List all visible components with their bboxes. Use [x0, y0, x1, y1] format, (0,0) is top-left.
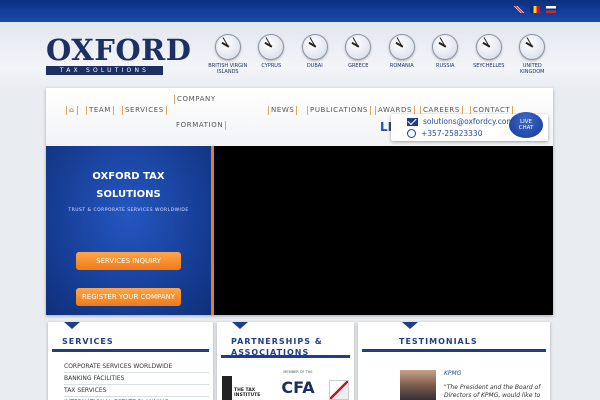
- tax-institute-text: THE TAX INSTITUTE: [234, 388, 261, 398]
- logo[interactable]: OXFORD TAX SOLUTIONS: [46, 33, 192, 75]
- clock-item: Dubai: [293, 34, 337, 75]
- contact-phone-row[interactable]: +357-25823330: [407, 129, 482, 138]
- cfa-member-text: MEMBER OF THE: [283, 370, 313, 374]
- live-chat-button[interactable]: LIVE CHAT: [509, 112, 543, 138]
- hero-title-line2: SOLUTIONS: [96, 189, 161, 200]
- clock-label: Russia: [436, 63, 455, 69]
- services-list-item[interactable]: Corporate Services Worldwide: [64, 361, 209, 373]
- clock-icon: [214, 34, 241, 60]
- services-inquiry-button[interactable]: SERVICES INQUIRY: [76, 252, 181, 270]
- nav-publications[interactable]: Publications: [307, 106, 371, 115]
- clock-icon: [388, 34, 415, 60]
- testimonial-photo: [400, 370, 436, 400]
- header: OXFORD TAX SOLUTIONS British Virgin Isla…: [0, 22, 600, 88]
- partnerships-box-title-line1: Partnerships &: [231, 337, 323, 346]
- clock-icon: [345, 34, 372, 60]
- testimonial-author: KPMG: [444, 370, 462, 377]
- register-company-button[interactable]: REGISTER YOUR COMPANY: [76, 288, 181, 306]
- clock-label: Romania: [389, 63, 414, 69]
- romania-flag-icon[interactable]: [530, 6, 540, 13]
- partner-mark-icon: [329, 380, 349, 400]
- partnerships-box-header: Partnerships & Associations: [221, 336, 350, 358]
- partnerships-box-title-line2: Associations: [231, 348, 310, 357]
- contact-email[interactable]: solutions@oxfordcy.com: [423, 117, 514, 126]
- clock-icon: [475, 34, 502, 60]
- testimonials-box: Testimonials KPMG "The President and the…: [358, 322, 550, 400]
- testimonials-box-header: Testimonials: [362, 332, 546, 352]
- box-arrow-icon: [232, 322, 248, 329]
- nav-team[interactable]: Team: [86, 106, 114, 115]
- hero-title-line1: OXFORD TAX: [92, 171, 165, 182]
- contact-email-row[interactable]: solutions@oxfordcy.com: [407, 117, 514, 126]
- hero-title: OXFORD TAX SOLUTIONS: [46, 168, 211, 204]
- clock-label: Dubai: [306, 63, 323, 69]
- services-box-header: Services: [52, 332, 209, 352]
- tax-institute-logo[interactable]: THE TAX INSTITUTE: [222, 370, 268, 400]
- logo-tagline: TAX SOLUTIONS: [46, 66, 163, 75]
- tax-institute-mark-icon: [222, 376, 232, 400]
- nav-home-icon[interactable]: ⌂: [66, 106, 78, 115]
- video-player[interactable]: [214, 146, 553, 315]
- services-box: Services Corporate Services Worldwide Ban…: [48, 322, 213, 400]
- services-list-item[interactable]: Banking Facilities: [64, 373, 209, 385]
- clock-item: Russia: [424, 34, 468, 75]
- nav-company-formation[interactable]: Company: [174, 95, 218, 104]
- russia-flag-icon[interactable]: [546, 6, 556, 13]
- nav-services[interactable]: Services: [122, 106, 167, 115]
- clock-icon: [258, 34, 285, 60]
- main-panel: ⌂ Team Services Company Formation News P…: [46, 88, 553, 315]
- cfa-logo[interactable]: MEMBER OF THE CFA: [277, 370, 319, 400]
- clock-item: United Kingdom: [511, 34, 555, 75]
- clock-item: Seychelles: [467, 34, 511, 75]
- uk-flag-icon[interactable]: [514, 6, 524, 13]
- partnerships-box: Partnerships & Associations THE TAX INST…: [217, 322, 354, 400]
- clock-item: British Virgin Islands: [206, 34, 250, 75]
- services-list-item[interactable]: Tax Services: [64, 385, 209, 397]
- language-selector: [514, 6, 556, 13]
- clock-item: Greece: [337, 34, 381, 75]
- nav-company-formation-line2[interactable]: Formation: [174, 121, 227, 130]
- clock-label: Seychelles: [473, 63, 505, 69]
- cfa-wordmark: CFA: [281, 378, 315, 397]
- clock-icon: [301, 34, 328, 60]
- hero-subtitle: TRUST & CORPORATE SERVICES WORLDWIDE: [68, 208, 189, 213]
- clock-item: Romania: [380, 34, 424, 75]
- partner-logo-3[interactable]: [329, 370, 349, 400]
- contact-phone[interactable]: +357-25823330: [421, 129, 482, 138]
- box-arrow-icon: [402, 322, 418, 329]
- testimonial-quote: "The President and the Board of Director…: [444, 384, 541, 399]
- top-bar: [0, 0, 600, 22]
- nav-news[interactable]: News: [268, 106, 298, 115]
- box-arrow-icon: [64, 322, 80, 329]
- clock-label: United Kingdom: [520, 63, 545, 75]
- clock-label: British Virgin Islands: [208, 63, 248, 75]
- clock-item: Cyprus: [250, 34, 294, 75]
- clock-icon: [432, 34, 459, 60]
- phone-icon: [407, 129, 416, 138]
- services-box-title: Services: [62, 337, 114, 346]
- clock-label: Greece: [348, 63, 369, 69]
- live-chat-label-line2: CHAT: [518, 125, 534, 131]
- mail-icon: [407, 117, 418, 126]
- clock-icon: [519, 34, 546, 60]
- hero-banner: OXFORD TAX SOLUTIONS TRUST & CORPORATE S…: [46, 146, 211, 315]
- testimonials-box-title: Testimonials: [399, 337, 478, 346]
- world-clocks: British Virgin Islands Cyprus Dubai Greece R…: [206, 34, 554, 75]
- services-list: Corporate Services Worldwide Banking Faci…: [64, 361, 209, 400]
- clock-label: Cyprus: [261, 63, 282, 69]
- logo-wordmark: OXFORD: [46, 33, 192, 67]
